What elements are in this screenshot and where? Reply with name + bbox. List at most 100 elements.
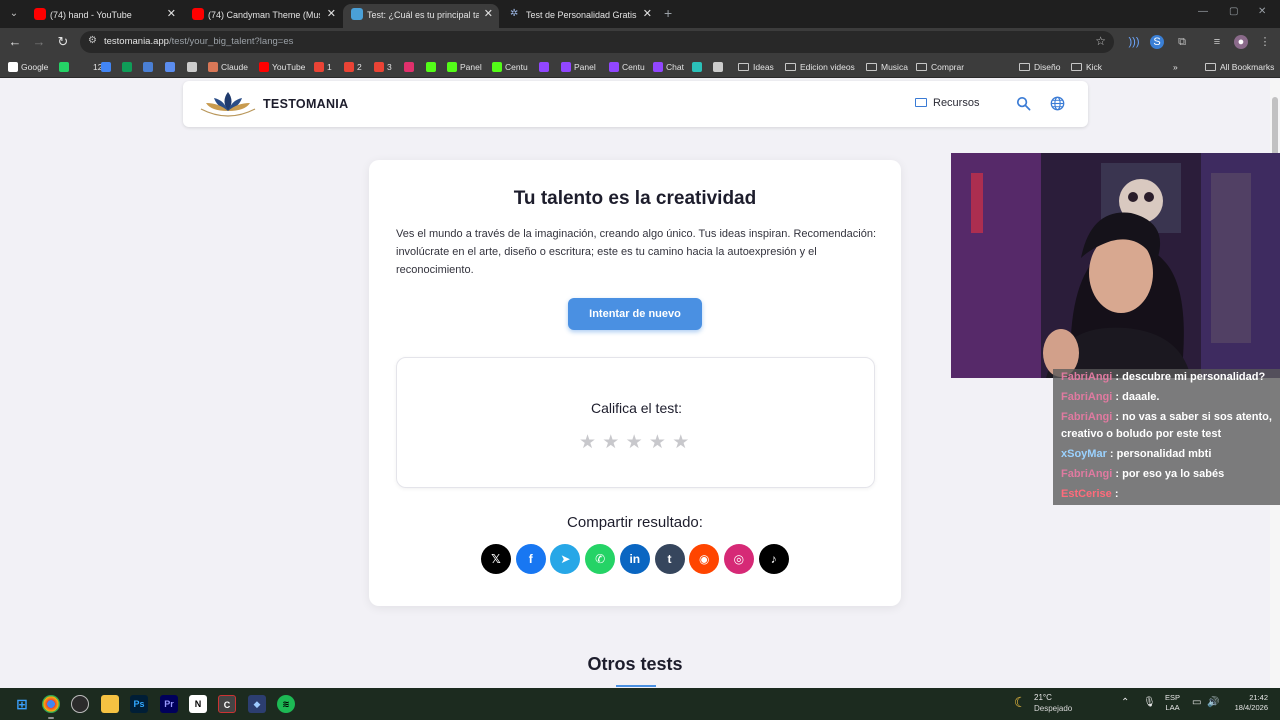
retry-button[interactable]: Intentar de nuevo xyxy=(568,298,702,330)
voice-extension-icon[interactable]: ))) xyxy=(1127,35,1141,49)
new-tab-icon[interactable]: + xyxy=(664,5,672,21)
site-brand[interactable]: TESTOMANIA xyxy=(263,97,348,111)
share-facebook-icon[interactable]: f xyxy=(515,544,546,574)
site-info-icon[interactable]: ⚙ xyxy=(88,35,97,46)
profile-avatar[interactable]: ● xyxy=(1234,35,1248,49)
tab-search-icon[interactable]: ⌄ xyxy=(6,6,22,22)
language-globe-icon[interactable] xyxy=(1050,96,1065,111)
bookmark-item[interactable] xyxy=(187,60,200,74)
bookmark-item[interactable] xyxy=(143,60,156,74)
bookmark-folder[interactable]: Comprar xyxy=(916,60,964,74)
bookmark-folder[interactable]: Diseño xyxy=(1019,60,1060,74)
premiere-icon[interactable]: Pr xyxy=(160,695,178,713)
search-icon[interactable] xyxy=(1016,96,1031,111)
bookmark-item[interactable] xyxy=(713,60,726,74)
forward-icon[interactable]: → xyxy=(31,34,47,50)
bookmark-item[interactable] xyxy=(692,60,705,74)
share-x-icon[interactable]: 𝕏 xyxy=(481,544,511,574)
browser-menu-icon[interactable]: ⋮ xyxy=(1258,35,1272,49)
input-language[interactable]: ESP LAA xyxy=(1165,693,1180,713)
share-instagram-icon[interactable]: ◎ xyxy=(723,544,754,574)
extension-icon[interactable]: S xyxy=(1150,35,1164,49)
bookmark-item[interactable]: 3 xyxy=(374,60,392,74)
bookmark-item[interactable]: Centu xyxy=(609,60,645,74)
share-telegram-icon[interactable]: ➤ xyxy=(550,544,581,574)
bookmark-item[interactable]: Centu xyxy=(492,60,528,74)
volume-icon[interactable]: 🔊 xyxy=(1207,697,1219,708)
bookmark-item[interactable]: Chat xyxy=(653,60,684,74)
address-bar[interactable]: ⚙ testomania.app/test/your_big_talent?la… xyxy=(80,31,1114,53)
bookmark-item[interactable] xyxy=(404,60,417,74)
tab-testomania[interactable]: Test: ¿Cuál es tu principal talento ✕ xyxy=(343,4,499,28)
bookmark-folder[interactable]: Edicion videos xyxy=(785,60,855,74)
chat-text: : por eso ya lo sabés xyxy=(1112,468,1225,480)
all-bookmarks[interactable]: All Bookmarks xyxy=(1205,60,1274,74)
bookmark-item[interactable]: Claude xyxy=(208,60,248,74)
rating-star-icon[interactable]: ★ xyxy=(579,431,602,454)
reload-icon[interactable]: ↻ xyxy=(55,34,71,50)
bookmark-item[interactable] xyxy=(101,60,114,74)
windows-start-icon[interactable]: ⊞ xyxy=(13,695,31,713)
all-bookmarks-label: All Bookmarks xyxy=(1220,62,1275,72)
chat-username: FabriAngi xyxy=(1061,468,1113,480)
back-icon[interactable]: ← xyxy=(7,34,23,50)
app-icon[interactable]: ◆ xyxy=(248,695,266,713)
bookmarks-overflow-icon[interactable]: » xyxy=(1173,60,1178,74)
photoshop-icon[interactable]: Ps xyxy=(130,695,148,713)
close-tab-icon[interactable]: ✕ xyxy=(167,4,176,24)
extensions-puzzle-icon[interactable]: ⧉ xyxy=(1175,35,1189,49)
rating-star-icon[interactable]: ★ xyxy=(649,431,672,454)
obs-icon[interactable] xyxy=(71,695,89,713)
system-clock[interactable]: 21:42 18/4/2026 xyxy=(1224,693,1268,713)
bookmark-item[interactable] xyxy=(539,60,552,74)
tab-youtube-hand[interactable]: (74) hand - YouTube ✕ xyxy=(26,4,182,28)
share-tiktok-icon[interactable]: ♪ xyxy=(758,544,789,574)
share-linkedin-icon[interactable]: in xyxy=(619,544,650,574)
close-window-icon[interactable]: ✕ xyxy=(1258,6,1266,17)
weather-status[interactable]: Despejado xyxy=(1034,704,1072,713)
bookmark-folder[interactable]: Musica xyxy=(866,60,908,74)
tab-16personalities[interactable]: ✲ Test de Personalidad Gratis | 16 ✕ xyxy=(502,4,658,28)
bookmark-item[interactable]: Panel xyxy=(447,60,482,74)
bookmark-item[interactable]: Panel xyxy=(561,60,596,74)
maximize-icon[interactable]: ▢ xyxy=(1229,6,1238,17)
bookmark-item[interactable]: 12 xyxy=(80,60,102,74)
rating-star-icon[interactable]: ★ xyxy=(602,431,625,454)
close-tab-icon[interactable]: ✕ xyxy=(327,4,336,24)
share-whatsapp-icon[interactable]: ✆ xyxy=(585,544,616,574)
share-tumblr-icon[interactable]: t xyxy=(654,544,685,574)
close-tab-icon[interactable]: ✕ xyxy=(484,4,493,24)
tab-youtube-candyman[interactable]: (74) Candyman Theme (Musica ✕ xyxy=(184,4,342,28)
bookmark-item[interactable] xyxy=(59,60,72,74)
rating-star-icon[interactable]: ★ xyxy=(672,431,695,454)
weather-temp[interactable]: 21°C xyxy=(1034,693,1052,702)
notion-icon[interactable]: N xyxy=(189,695,207,713)
spotify-icon[interactable]: ≋ xyxy=(277,695,295,713)
bookmark-item[interactable] xyxy=(122,60,135,74)
bookmark-folder[interactable]: Kick xyxy=(1071,60,1102,74)
capcut-icon[interactable]: C xyxy=(218,695,236,713)
tab-strip: ⌄ (74) hand - YouTube ✕ (74) Candyman Th… xyxy=(0,0,1280,28)
bookmark-item[interactable]: 2 xyxy=(344,60,362,74)
rating-star-icon[interactable]: ★ xyxy=(626,431,649,454)
lotus-logo-icon[interactable] xyxy=(199,89,257,119)
file-explorer-icon[interactable] xyxy=(101,695,119,713)
bookmark-item[interactable] xyxy=(426,60,439,74)
share-reddit-icon[interactable]: ◉ xyxy=(689,544,720,574)
nav-resources[interactable]: Recursos xyxy=(915,97,979,109)
bookmark-item[interactable]: YouTube xyxy=(259,60,305,74)
bookmark-folder[interactable]: Ideas xyxy=(738,60,774,74)
bookmark-item[interactable]: Google xyxy=(8,60,48,74)
weather-moon-icon[interactable]: ☾ xyxy=(1014,694,1027,711)
bookmark-star-icon[interactable]: ☆ xyxy=(1095,34,1106,48)
reading-list-icon[interactable]: ≡ xyxy=(1210,35,1224,49)
close-tab-icon[interactable]: ✕ xyxy=(643,4,652,24)
chat-message: EstCerise : xyxy=(1061,486,1119,503)
minimize-icon[interactable]: — xyxy=(1198,6,1208,17)
microphone-icon[interactable]: 🎙 xyxy=(1143,697,1156,708)
chrome-icon[interactable] xyxy=(42,695,60,713)
bookmark-item[interactable] xyxy=(165,60,178,74)
tray-overflow-icon[interactable]: ⌃ xyxy=(1121,697,1129,708)
bookmark-item[interactable]: 1 xyxy=(314,60,332,74)
network-icon[interactable]: ▭ xyxy=(1192,697,1201,708)
